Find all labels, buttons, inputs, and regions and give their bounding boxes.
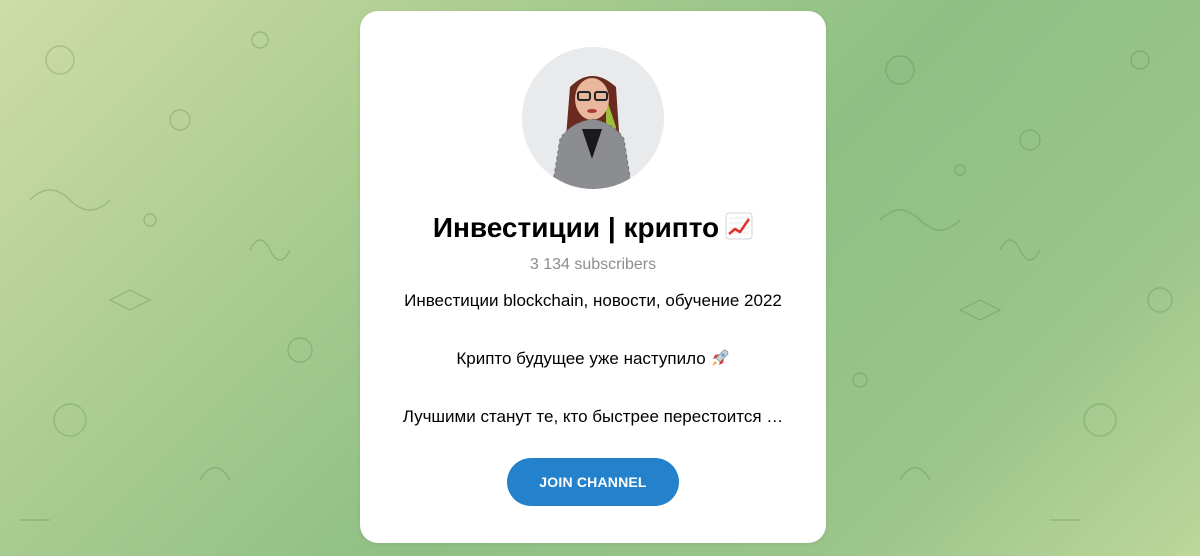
- description-line-2: Крипто будущее уже наступило: [360, 347, 826, 371]
- rocket-icon: [710, 348, 730, 368]
- description-line-3: Лучшими станут те, кто быстрее перестоит…: [402, 407, 784, 426]
- channel-card: Инвестиции | крипто 3 134 subscribers Ин…: [360, 11, 826, 543]
- channel-title: Инвестиции | крипто: [360, 208, 826, 248]
- channel-title-text: Инвестиции | крипто: [432, 212, 720, 243]
- subscriber-count: 3 134 subscribers: [529, 256, 657, 273]
- channel-avatar: [522, 47, 664, 189]
- avatar-image: [522, 47, 664, 189]
- chart-increasing-icon: [725, 211, 753, 240]
- description-line-2-text: Крипто будущее уже наступило: [456, 349, 706, 368]
- join-channel-button[interactable]: JOIN CHANNEL: [507, 458, 679, 506]
- description-line-1: Инвестиции blockchain, новости, обучение…: [404, 291, 782, 310]
